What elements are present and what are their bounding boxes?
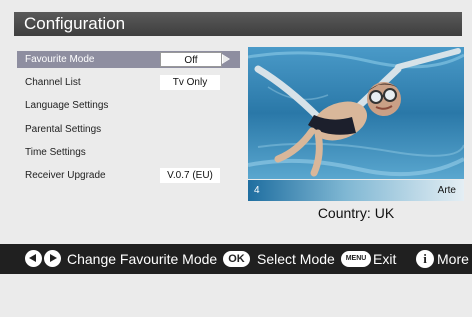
channel-list-value[interactable]: Tv Only xyxy=(160,75,220,90)
menu-item-receiver-upgrade[interactable]: Receiver Upgrade V.0.7 (EU) xyxy=(17,167,240,184)
help-change-label: Change Favourite Mode xyxy=(67,251,218,267)
menu-item-time-settings[interactable]: Time Settings xyxy=(17,144,240,161)
menu-item-label: Favourite Mode xyxy=(25,54,95,65)
menu-item-language-settings[interactable]: Language Settings xyxy=(17,97,240,114)
menu-item-label: Time Settings xyxy=(25,147,86,158)
country-value: UK xyxy=(374,205,395,221)
menu-item-label: Parental Settings xyxy=(25,124,102,135)
left-arrow-icon xyxy=(25,250,42,267)
country-label: Country: xyxy=(317,205,371,221)
right-arrow-icon xyxy=(44,250,61,267)
menu-item-label: Receiver Upgrade xyxy=(25,170,106,181)
receiver-upgrade-value[interactable]: V.0.7 (EU) xyxy=(160,168,220,183)
menu-item-label: Language Settings xyxy=(25,100,109,111)
favourite-mode-value[interactable]: Off xyxy=(160,52,222,67)
menu-item-favourite-mode[interactable]: Favourite Mode Off xyxy=(17,51,240,68)
page-title: Configuration xyxy=(14,12,462,36)
help-more-label: More xyxy=(437,251,469,267)
chevron-right-icon[interactable] xyxy=(222,54,230,64)
menu-item-channel-list[interactable]: Channel List Tv Only xyxy=(17,74,240,91)
video-preview-image xyxy=(248,47,464,179)
menu-item-parental-settings[interactable]: Parental Settings xyxy=(17,121,240,138)
help-bar: Change Favourite Mode OK Select Mode MEN… xyxy=(0,244,472,274)
channel-name: Arte xyxy=(437,185,456,196)
info-icon: i xyxy=(416,250,434,268)
country-info: Country: UK xyxy=(248,205,464,221)
video-preview xyxy=(248,47,464,179)
menu-key-icon: MENU xyxy=(341,251,371,267)
help-exit-label: Exit xyxy=(373,251,397,267)
channel-info-bar: 4 Arte xyxy=(248,180,464,201)
help-select-label: Select Mode xyxy=(257,251,335,267)
channel-number: 4 xyxy=(254,185,260,196)
menu-item-label: Channel List xyxy=(25,77,81,88)
ok-key-icon: OK xyxy=(223,251,250,267)
